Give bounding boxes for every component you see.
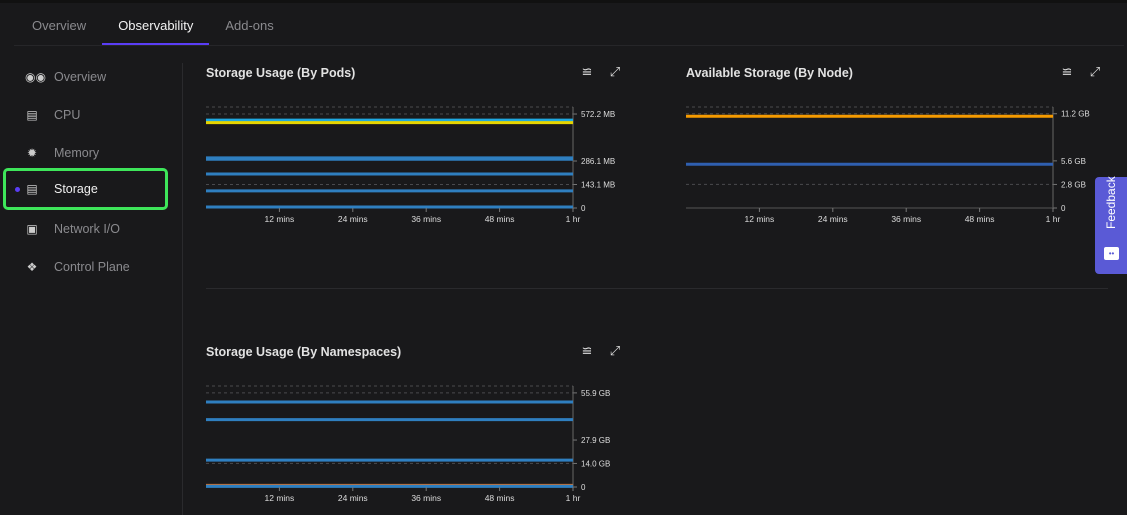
y-tick-label: 11.2 GB [1061, 110, 1090, 119]
sidebar-item-storage[interactable]: ▤ Storage [3, 168, 168, 210]
x-tick-label: 36 mins [411, 493, 441, 503]
row-divider [206, 288, 1108, 289]
x-tick-label: 12 mins [265, 493, 295, 503]
chart-svg: 0 143.1 MB 286.1 MB 572.2 MB 12 mins 24 mins 3… [206, 106, 615, 224]
feedback-label: Feedback [1104, 176, 1118, 229]
sidebar-item-overview[interactable]: ◉◉ Overview [3, 57, 168, 97]
x-tick-label: 24 mins [818, 214, 848, 224]
sidebar-item-network-io[interactable]: ▣ Network I/O [3, 209, 168, 249]
feedback-button[interactable]: Feedback •• [1095, 176, 1127, 274]
sidebar-divider [182, 63, 183, 515]
tab-overview[interactable]: Overview [16, 10, 102, 45]
x-tick-label: 1 hr [566, 214, 581, 224]
tab-add-ons[interactable]: Add-ons [209, 10, 289, 45]
sidebar-item-label: Overview [54, 70, 107, 84]
sidebar-item-label: Network I/O [54, 222, 120, 236]
tab-bar: Overview Observability Add-ons [16, 10, 290, 45]
sidebar-item-cpu[interactable]: ▤ CPU [3, 95, 168, 135]
y-tick-label: 572.2 MB [581, 110, 615, 119]
sidebar-item-label: Storage [54, 182, 98, 196]
x-tick-label: 1 hr [566, 493, 581, 503]
sidebar-item-control-plane[interactable]: ❖ Control Plane [3, 247, 168, 287]
x-tick-label: 48 mins [485, 214, 515, 224]
database-icon: ▤ [26, 182, 38, 196]
feedback-face-icon: •• [1104, 247, 1119, 260]
sidebar-item-label: Memory [54, 146, 100, 160]
active-indicator-dot [15, 186, 20, 192]
x-tick-label: 48 mins [965, 214, 995, 224]
network-icon: ▣ [26, 222, 38, 236]
y-tick-label: 0 [581, 483, 586, 492]
chip-icon: ✹ [26, 146, 38, 160]
x-tick-label: 12 mins [265, 214, 295, 224]
chart-svg: 0 14.0 GB 27.9 GB 55.9 GB 12 mins 24 mins 36 m… [206, 385, 610, 503]
x-tick-label: 24 mins [338, 493, 368, 503]
tab-observability[interactable]: Observability [102, 10, 210, 45]
sidebar-item-label: CPU [54, 108, 81, 122]
y-tick-label: 2.8 GB [1061, 180, 1086, 189]
x-tick-label: 24 mins [338, 214, 368, 224]
y-tick-label: 27.9 GB [581, 436, 610, 445]
chart-panel-storage-by-namespaces: Storage Usage (By Namespaces) ≌ ⤢ 0 14.0 … [206, 339, 631, 509]
x-tick-label: 36 mins [891, 214, 921, 224]
sidebar-item-label: Control Plane [54, 260, 130, 274]
y-tick-label: 5.6 GB [1061, 157, 1086, 166]
x-tick-label: 12 mins [745, 214, 775, 224]
y-tick-label: 0 [581, 204, 586, 213]
y-tick-label: 286.1 MB [581, 157, 615, 166]
x-tick-label: 36 mins [411, 214, 441, 224]
y-tick-label: 55.9 GB [581, 389, 610, 398]
chart-panel-available-storage-by-node: Available Storage (By Node) ≌ ⤢ 0 2.8 GB 5… [686, 60, 1111, 230]
chart-panel-storage-by-pods: Storage Usage (By Pods) ≌ ⤢ 0 143.1 MB 286… [206, 60, 631, 230]
y-tick-label: 0 [1061, 204, 1066, 213]
binoculars-icon: ◉◉ [25, 70, 46, 84]
database-icon: ▤ [26, 108, 38, 122]
y-tick-label: 143.1 MB [581, 180, 615, 189]
x-tick-label: 1 hr [1046, 214, 1061, 224]
y-tick-label: 14.0 GB [581, 459, 610, 468]
control-plane-icon: ❖ [26, 260, 38, 274]
top-bar [0, 0, 1127, 3]
chart-svg: 0 2.8 GB 5.6 GB 11.2 GB 12 mins 24 mins 36 min… [686, 106, 1090, 224]
tab-divider [14, 45, 1124, 46]
x-tick-label: 48 mins [485, 493, 515, 503]
sidebar-item-memory[interactable]: ✹ Memory [3, 133, 168, 173]
